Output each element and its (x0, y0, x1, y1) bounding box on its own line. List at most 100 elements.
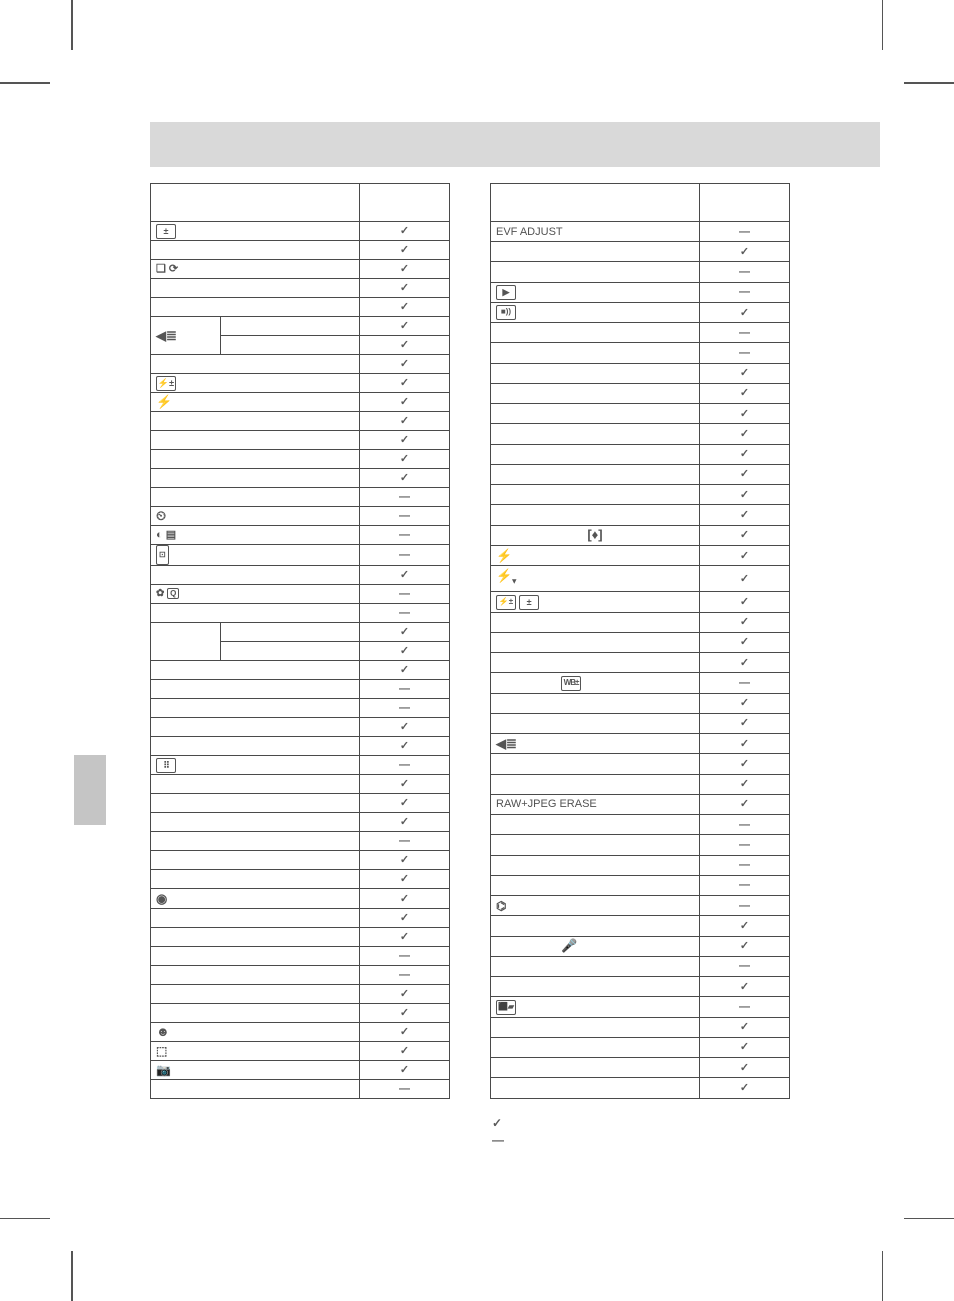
dash-icon (399, 835, 410, 847)
check-icon (740, 738, 749, 750)
check-icon (400, 377, 409, 389)
check-icon (400, 721, 409, 733)
check-icon (400, 797, 409, 809)
exposure-comp-icon: ± (519, 595, 539, 610)
check-icon (400, 263, 409, 275)
check-icon (740, 758, 749, 770)
af-points-icon: ⠿ (156, 758, 176, 773)
check-icon (740, 798, 749, 810)
dash-icon (492, 1133, 504, 1147)
check-icon (740, 408, 749, 420)
check-icon (740, 778, 749, 790)
check-icon (400, 415, 409, 427)
check-icon (740, 920, 749, 932)
dash-icon (739, 879, 750, 891)
hdmi-icon: ⊡ (156, 545, 169, 565)
check-icon (400, 282, 409, 294)
camera-lock-icon: 📷 (156, 1061, 171, 1079)
record-icon: ◉ (156, 890, 167, 908)
check-icon (740, 981, 749, 993)
flash-icon: ⚡ (496, 547, 512, 565)
sound-icon: ■)) (496, 305, 516, 320)
gear-q-icon: ✿ Q (156, 585, 179, 603)
check-icon (740, 509, 749, 521)
check-icon (740, 1062, 749, 1074)
check-icon (740, 550, 749, 562)
dash-icon (739, 839, 750, 851)
flash-icon: ⚡ (156, 393, 172, 411)
dash-icon (739, 226, 750, 238)
check-icon (400, 854, 409, 866)
check-icon (740, 307, 749, 319)
check-icon (740, 529, 749, 541)
battery-icon: ⬛▰ (496, 1000, 516, 1015)
header-band (150, 122, 880, 167)
check-icon (740, 636, 749, 648)
dash-icon (739, 900, 750, 912)
dash-icon (399, 969, 410, 981)
check-icon (400, 778, 409, 790)
check-icon (400, 453, 409, 465)
check-icon (400, 816, 409, 828)
dash-icon (399, 683, 410, 695)
dash-icon (399, 491, 410, 503)
dash-icon (739, 859, 750, 871)
check-icon (400, 225, 409, 237)
check-icon (400, 339, 409, 351)
check-icon (400, 912, 409, 924)
crop-mark (0, 82, 50, 84)
table2-body: EVF ADJUST ▶ ■)) [♦] ⚡ ⚡▾ ⚡± ± (491, 222, 790, 1099)
crop-mark (71, 1251, 73, 1301)
quality-mode-icon: ◀≣ (496, 735, 517, 753)
row-label: RAW+JPEG ERASE (491, 794, 700, 814)
crop-register-icon: ⬚ (156, 1042, 167, 1060)
check-icon (740, 1082, 749, 1094)
check-icon (400, 988, 409, 1000)
check-icon (400, 931, 409, 943)
check-icon (400, 645, 409, 657)
check-icon (740, 573, 749, 585)
check-icon (400, 1007, 409, 1019)
dash-icon (399, 759, 410, 771)
dash-icon (399, 1083, 410, 1095)
play-icon: ▶ (496, 285, 516, 300)
dash-icon (739, 677, 750, 689)
dash-icon (739, 266, 750, 278)
crop-mark (71, 0, 73, 50)
tables-container: ± ❏ ⟳ ◀≣ ⚡± ⚡ ⏲ ◐ ▤ ⊡ ✿ Q (150, 183, 810, 1099)
dash-icon (739, 960, 750, 972)
check-icon (740, 367, 749, 379)
check-icon (400, 740, 409, 752)
crop-mark (882, 0, 884, 50)
check-icon (740, 657, 749, 669)
dash-icon (739, 286, 750, 298)
dash-icon (399, 510, 410, 522)
legend (492, 1115, 504, 1149)
table1-body: ± ❏ ⟳ ◀≣ ⚡± ⚡ ⏲ ◐ ▤ ⊡ ✿ Q (151, 222, 450, 1099)
dash-icon (399, 950, 410, 962)
check-icon (740, 1021, 749, 1033)
check-icon (740, 489, 749, 501)
check-icon (492, 1116, 502, 1130)
check-icon (400, 569, 409, 581)
header-function (491, 184, 700, 222)
check-icon (400, 434, 409, 446)
dash-icon (399, 529, 410, 541)
dash-icon (739, 327, 750, 339)
check-icon (740, 448, 749, 460)
check-icon (400, 1064, 409, 1076)
wb-comp-icon: WB± (561, 676, 581, 691)
check-icon (400, 320, 409, 332)
flash-comp-icon: ⚡± (496, 595, 516, 610)
quality-mode-icon: ◀≣ (156, 327, 177, 345)
check-icon (740, 387, 749, 399)
check-icon (740, 1041, 749, 1053)
video-icon: ⌬ (496, 897, 506, 915)
diamond-bracket-icon: [♦] (587, 526, 602, 544)
check-icon (740, 697, 749, 709)
check-icon (400, 626, 409, 638)
header-function (151, 184, 360, 222)
flash-down-icon: ⚡▾ (496, 567, 516, 591)
check-icon (400, 893, 409, 905)
check-icon (740, 717, 749, 729)
